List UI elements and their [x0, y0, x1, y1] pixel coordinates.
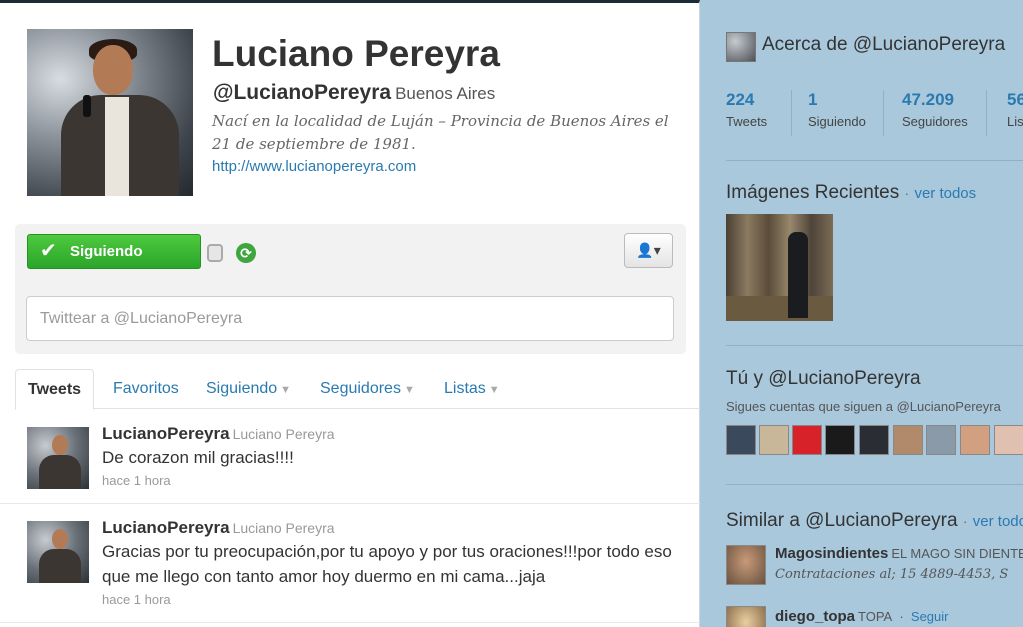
mutual-avatar[interactable]	[726, 425, 756, 455]
similar-title: Similar a @LucianoPereyra · ver todos	[726, 510, 1023, 532]
tab-following[interactable]: Siguiendo ▼	[206, 369, 291, 409]
similar-user-name[interactable]: Magosindientes EL MAGO SIN DIENTES	[775, 545, 1023, 562]
tab-followers[interactable]: Seguidores ▼	[320, 369, 415, 409]
profile-handle-line: @LucianoPereyra Buenos Aires	[213, 81, 495, 105]
tweet-timestamp[interactable]: hace 1 hora	[102, 592, 171, 607]
user-actions-menu-button[interactable]: 👤▾	[624, 233, 673, 268]
profile-main-panel: Luciano Pereyra @LucianoPereyra Buenos Ai…	[0, 0, 700, 627]
stat-followers[interactable]: 47.209 Seguidores	[902, 90, 987, 136]
stat-lists[interactable]: 56Listas	[1007, 90, 1023, 136]
tweet-author[interactable]: LucianoPereyra Luciano Pereyra	[102, 518, 335, 538]
profile-tabs: Tweets Favoritos Siguiendo ▼ Seguidores ▼ …	[15, 369, 700, 410]
tweet-item[interactable]: LucianoPereyra Luciano Pereyra Gracias po…	[0, 505, 700, 623]
profile-location: Buenos Aires	[395, 84, 496, 103]
profile-name: Luciano Pereyra	[212, 33, 500, 74]
stat-following[interactable]: 1 Siguiendo	[808, 90, 884, 136]
about-avatar	[726, 32, 756, 62]
tweet-author[interactable]: LucianoPereyra Luciano Pereyra	[102, 424, 335, 444]
chevron-down-icon: ▼	[280, 384, 292, 396]
profile-website-link[interactable]: http://www.lucianopereyra.com	[212, 158, 416, 175]
following-label: Siguiendo	[70, 243, 143, 260]
similar-see-all-link[interactable]: ver todos	[973, 513, 1023, 530]
tweet-avatar[interactable]	[27, 427, 89, 489]
similar-user-name[interactable]: diego_topa TOPA · Seguir	[775, 608, 948, 625]
mutual-avatar[interactable]	[759, 425, 789, 455]
following-button[interactable]: ✔ Siguiendo	[27, 234, 201, 269]
similar-user-avatar[interactable]	[726, 606, 766, 627]
chevron-down-icon: ▼	[403, 384, 415, 396]
tweet-to-input[interactable]: Twittear a @LucianoPereyra	[26, 296, 674, 341]
mutual-avatar[interactable]	[960, 425, 990, 455]
tweet-text: De corazon mil gracias!!!!	[102, 448, 294, 467]
mutual-avatar[interactable]	[859, 425, 889, 455]
mutual-avatar[interactable]	[792, 425, 822, 455]
tab-lists[interactable]: Listas ▼	[444, 369, 500, 409]
tweet-text: Gracias por tu preocupación,por tu apoyo…	[102, 542, 672, 586]
tweet-author-fullname: Luciano Pereyra	[232, 426, 335, 442]
you-and-description: Sigues cuentas que siguen a @LucianoPere…	[726, 399, 1001, 414]
similar-user-description: Contrataciones al; 15 4889-4453, S	[775, 567, 1009, 582]
follow-suggestion-link[interactable]: Seguir	[911, 609, 949, 624]
tab-tweets[interactable]: Tweets	[15, 369, 95, 410]
mutual-avatar[interactable]	[825, 425, 855, 455]
recent-images-see-all-link[interactable]: ver todos	[914, 185, 976, 202]
recent-image-thumbnail[interactable]	[726, 214, 833, 321]
tweet-item[interactable]: LucianoPereyra Luciano Pereyra De corazon…	[0, 410, 700, 504]
divider	[726, 160, 1023, 161]
mutual-avatar[interactable]	[893, 425, 923, 455]
mutual-avatar[interactable]	[994, 425, 1023, 455]
you-and-title: Tú y @LucianoPereyra	[726, 368, 921, 389]
mutual-avatar[interactable]	[926, 425, 956, 455]
about-title: Acerca de @LucianoPereyra	[762, 34, 1006, 55]
chevron-down-icon: ▼	[488, 384, 500, 396]
tweet-timestamp[interactable]: hace 1 hora	[102, 473, 171, 488]
check-icon: ✔	[40, 240, 57, 262]
retweets-toggle-icon[interactable]: ⟳	[236, 243, 256, 263]
profile-handle: @LucianoPereyra	[213, 81, 392, 104]
similar-user-avatar[interactable]	[726, 545, 766, 585]
stat-tweets[interactable]: 224 Tweets	[726, 90, 792, 136]
tweet-avatar[interactable]	[27, 521, 89, 583]
profile-bio: Nací en la localidad de Luján – Provinci…	[212, 112, 669, 153]
tweet-author-fullname: Luciano Pereyra	[232, 520, 335, 536]
divider	[726, 484, 1023, 485]
recent-images-title: Imágenes Recientes · ver todos	[726, 182, 977, 203]
tab-favorites[interactable]: Favoritos	[113, 369, 179, 409]
device-notifications-icon[interactable]	[207, 244, 223, 262]
profile-picture[interactable]	[27, 29, 193, 196]
action-box: ✔ Siguiendo ⟳ 👤▾ Twittear a @LucianoPere…	[15, 224, 686, 354]
divider	[726, 345, 1023, 346]
